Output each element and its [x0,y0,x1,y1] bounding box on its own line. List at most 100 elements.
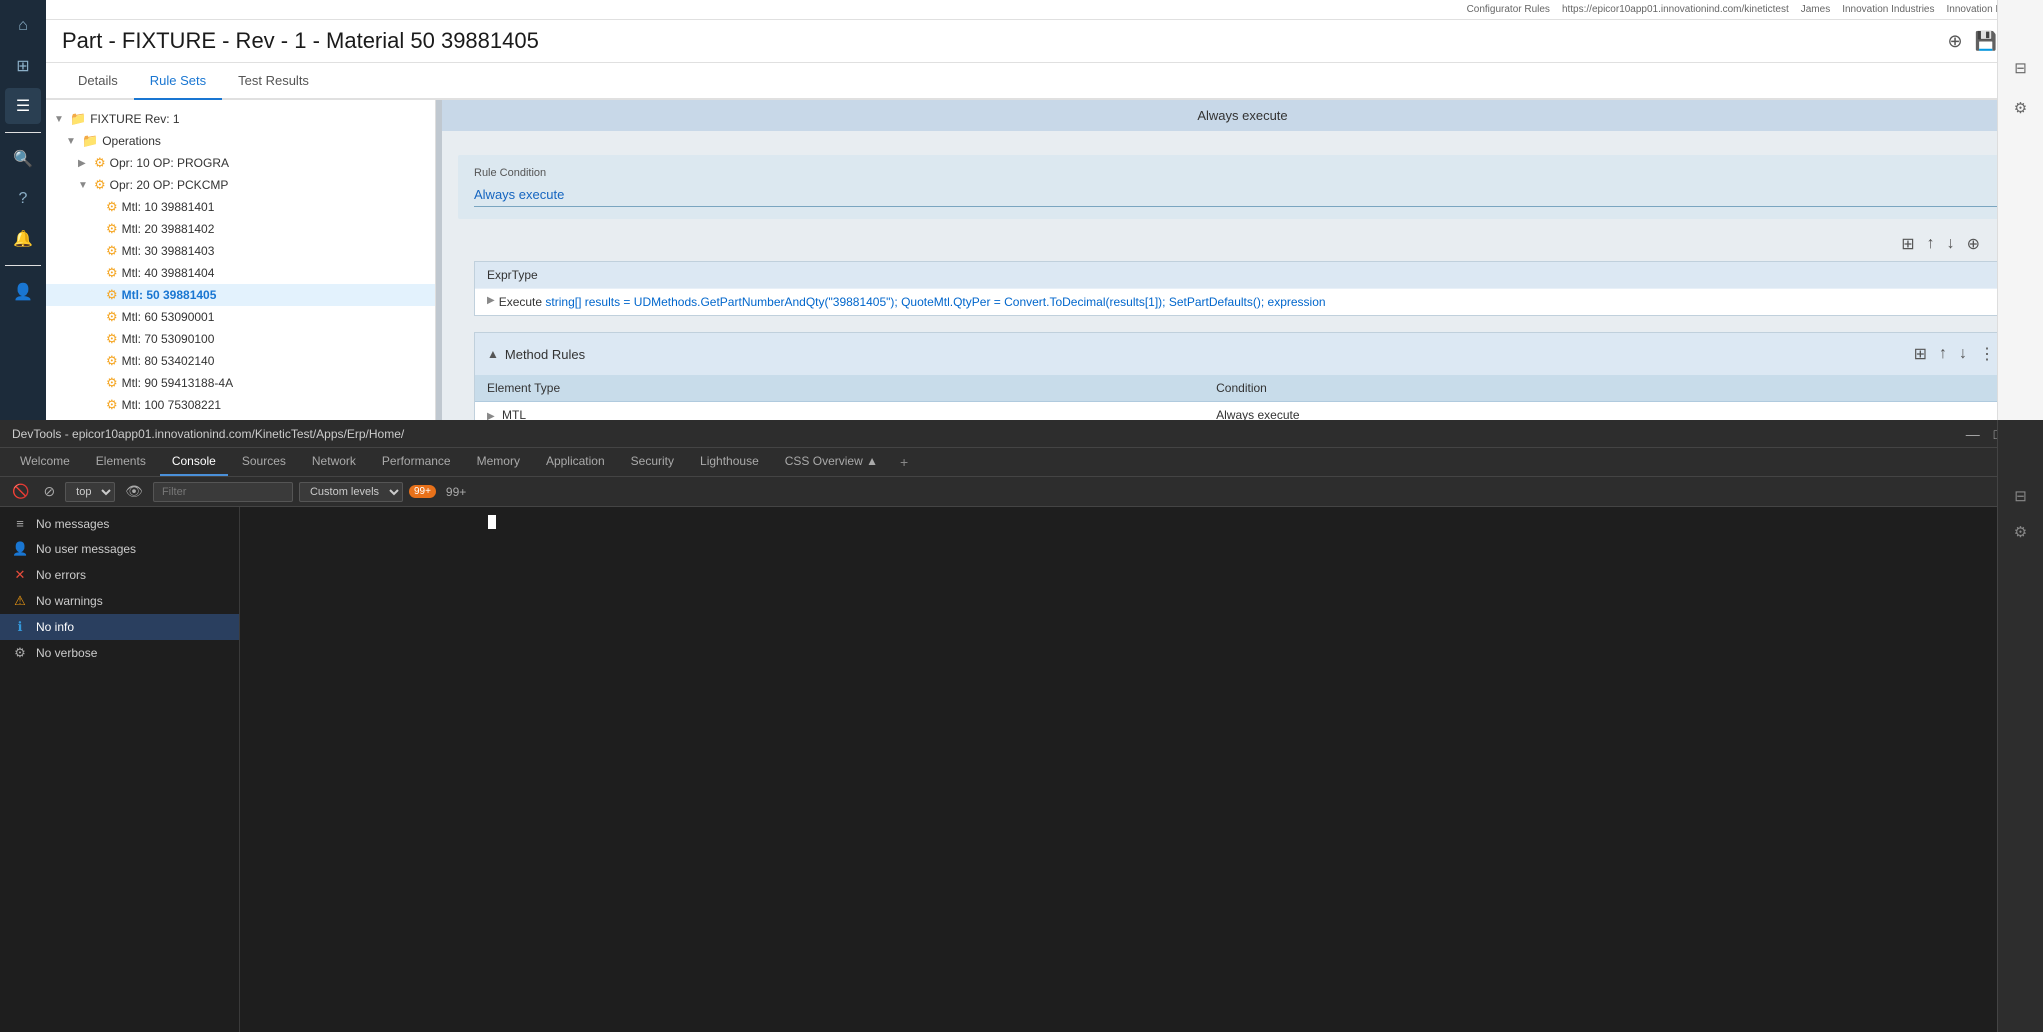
tree-item-opr10[interactable]: ▶ ⚙ Opr: 10 OP: PROGRA [46,152,435,174]
tree-item-mtl100[interactable]: ▶ ⚙ Mtl: 100 75308221 [46,394,435,416]
dt-filter-icon[interactable]: ⊘ [39,481,59,502]
dt-add-tab-button[interactable]: + [892,448,916,476]
method-rules-header: ▲ Method Rules ⊞ ↑ ↓ ⋮ [475,333,2010,375]
dt-custom-levels-select[interactable]: Custom levels [299,482,403,502]
add-rule-button[interactable]: ⊕ [1964,231,1983,257]
tree-item-mtl50[interactable]: ▶ ⚙ Mtl: 50 39881405 [46,284,435,306]
tree-item-mtl60[interactable]: ▶ ⚙ Mtl: 60 53090001 [46,306,435,328]
dt-tab-performance[interactable]: Performance [370,448,463,476]
save-button[interactable]: 💾 [1975,31,1997,52]
filter-errors[interactable]: ✕ No errors [0,562,239,588]
devtools-content: ≡ No messages 👤 No user messages ✕ No er… [0,507,2043,1032]
tree-item-mtl40[interactable]: ▶ ⚙ Mtl: 40 39881404 [46,262,435,284]
dt-badge-count[interactable]: 99+ [409,485,436,498]
right-panel: Always execute Rule Condition Always exe… [442,100,2043,420]
dt-tab-css-overview[interactable]: CSS Overview ▲ [773,448,890,476]
expr-arrow-icon: ▶ [487,295,495,306]
cell-condition: Always execute [1204,402,2010,421]
up-button[interactable]: ↑ [1924,232,1938,256]
tab-details[interactable]: Details [62,63,134,100]
dt-tab-security[interactable]: Security [619,448,686,476]
tree-panel: ▼ 📁 FIXTURE Rev: 1 ▼ 📁 Operations ▶ ⚙ Op… [46,100,436,420]
devtools-minimize-button[interactable]: — [1963,426,1983,442]
add-button[interactable]: ⊕ [1947,31,1962,52]
page-header: Part - FIXTURE - Rev - 1 - Material 50 3… [46,20,2043,63]
dt-tab-lighthouse[interactable]: Lighthouse [688,448,771,476]
dt-settings-icon[interactable]: ⚙ [2003,516,2039,548]
method-rules-title-label: Method Rules [505,347,585,362]
dt-tab-welcome[interactable]: Welcome [8,448,82,476]
tree-item-opr20[interactable]: ▼ ⚙ Opr: 20 OP: PCKCMP [46,174,435,196]
dt-clear-button[interactable]: 🚫 [8,481,33,502]
down-button[interactable]: ↓ [1944,232,1958,256]
company-name: Innovation Industries [1842,4,1934,15]
devtools-main-console[interactable] [240,507,2043,1032]
dt-tab-memory[interactable]: Memory [465,448,532,476]
table-row[interactable]: ▶ MTL Always execute [475,402,2010,421]
rule-condition-dropdown[interactable]: Always execute ▼ [474,183,2011,207]
user-messages-icon: 👤 [12,541,28,557]
expr-execute-label: Execute [499,295,542,309]
filter-verbose[interactable]: ⚙ No verbose [0,640,239,666]
filter-info-label: No info [36,620,74,634]
method-more-button[interactable]: ⋮ [1976,341,1998,367]
page-title: Part - FIXTURE - Rev - 1 - Material 50 3… [62,28,539,54]
sidebar-search-icon[interactable]: 🔍 [5,141,41,177]
user-name: James [1801,4,1830,15]
filter-user-label: No user messages [36,542,136,556]
filter-user-messages[interactable]: 👤 No user messages [0,536,239,562]
dt-right-panel-icon[interactable]: ⊟ [2003,480,2039,512]
filter-button[interactable]: ⊞ [1898,231,1917,257]
dt-tab-application[interactable]: Application [534,448,617,476]
devtools-toolbar: 🚫 ⊘ top 👁 Custom levels 99+ 99+ [0,477,2043,507]
main-app: Configurator Rules https://epicor10app01… [46,0,2043,420]
dt-tab-console[interactable]: Console [160,448,228,476]
dt-badge-extra: 99+ [446,485,466,499]
expr-row: ▶ Execute string[] results = UDMethods.G… [475,288,2010,315]
sidebar-settings-icon[interactable]: ⚙ [2003,90,2039,126]
method-up-button[interactable]: ↑ [1936,341,1950,367]
collapse-icon[interactable]: ▲ [487,347,499,361]
tree-item-mtl80[interactable]: ▶ ⚙ Mtl: 80 53402140 [46,350,435,372]
sidebar-user-icon[interactable]: 👤 [5,274,41,310]
sidebar-home-icon[interactable]: ⌂ [5,8,41,44]
tab-rule-sets[interactable]: Rule Sets [134,63,222,100]
devtools-title-left: DevTools - epicor10app01.innovationind.c… [12,427,404,441]
dt-tab-sources[interactable]: Sources [230,448,298,476]
method-down-button[interactable]: ↓ [1956,341,1970,367]
warning-icon: ⚠ [12,593,28,609]
row-expand-icon: ▶ [487,411,495,420]
tree-item-operations[interactable]: ▼ 📁 Operations [46,130,435,152]
devtools-title-text: DevTools - epicor10app01.innovationind.c… [12,427,404,441]
filter-warnings[interactable]: ⚠ No warnings [0,588,239,614]
top-bar: Configurator Rules https://epicor10app01… [46,0,2043,20]
sidebar-grid-icon[interactable]: ⊞ [5,48,41,84]
col-condition: Condition [1204,375,2010,402]
filter-warnings-label: No warnings [36,594,103,608]
filter-info[interactable]: ℹ No info [0,614,239,640]
tree-item-fixture[interactable]: ▼ 📁 FIXTURE Rev: 1 [46,108,435,130]
expr-header: ExprType [475,262,2010,288]
dt-tab-elements[interactable]: Elements [84,448,158,476]
filter-verbose-label: No verbose [36,646,97,660]
tree-item-mtl90[interactable]: ▶ ⚙ Mtl: 90 59413188-4A [46,372,435,394]
method-filter-button[interactable]: ⊞ [1911,341,1930,367]
sidebar-bell-icon[interactable]: 🔔 [5,221,41,257]
sidebar-help-icon[interactable]: ? [5,181,41,217]
tree-item-mtl10[interactable]: ▶ ⚙ Mtl: 10 39881401 [46,196,435,218]
filter-messages[interactable]: ≡ No messages [0,511,239,536]
tree-item-mtl30[interactable]: ▶ ⚙ Mtl: 30 39881403 [46,240,435,262]
tree-item-mtl70[interactable]: ▶ ⚙ Mtl: 70 53090100 [46,328,435,350]
dt-tab-network[interactable]: Network [300,448,368,476]
sidebar-right-panel-icon[interactable]: ⊟ [2003,50,2039,86]
tab-test-results[interactable]: Test Results [222,63,325,100]
expr-section: ExprType ▶ Execute string[] results = UD… [474,261,2011,316]
expr-toolbar: ⊞ ↑ ↓ ⊕ ⋮ [458,227,2027,261]
console-cursor [488,515,496,529]
tree-item-mtl20[interactable]: ▶ ⚙ Mtl: 20 39881402 [46,218,435,240]
expr-code: string[] results = UDMethods.GetPartNumb… [545,295,1325,309]
sidebar-menu-icon[interactable]: ☰ [5,88,41,124]
dt-filter-input[interactable] [153,482,293,502]
dt-top-select[interactable]: top [65,482,115,502]
dt-eye-button[interactable]: 👁 [121,481,147,502]
